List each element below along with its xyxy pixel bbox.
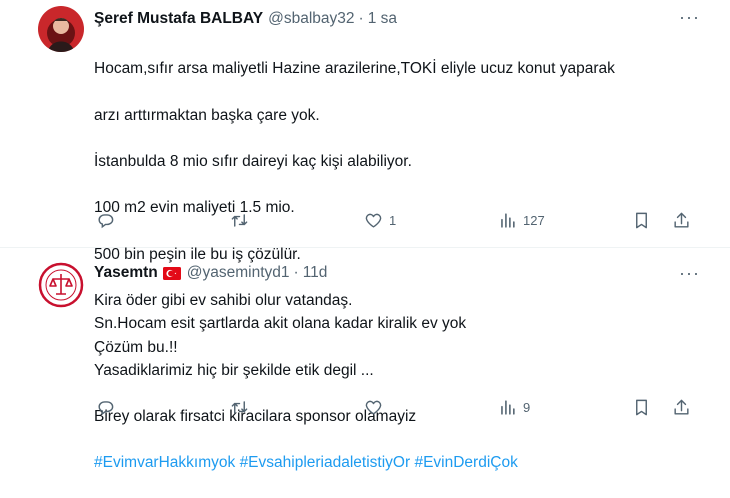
timestamp[interactable]: 1 sa: [368, 10, 397, 28]
retweet-icon: [231, 214, 248, 227]
heart-icon: [365, 213, 382, 228]
action-bar: 9: [94, 398, 694, 420]
hashtag-link[interactable]: #EvinDerdiÇok: [414, 454, 517, 471]
hashtag-link[interactable]: #EvimvarHakkımyok: [94, 454, 235, 471]
tweet-line: arzı arttırmaktan başka çare yok.: [94, 106, 320, 124]
views-button[interactable]: 9: [498, 398, 530, 417]
reply-button[interactable]: [96, 398, 121, 417]
author-handle[interactable]: @yasemintyd1: [187, 264, 290, 282]
author-handle[interactable]: @sbalbay32: [268, 10, 354, 28]
avatar[interactable]: [38, 262, 84, 308]
views-icon: [501, 213, 515, 228]
share-icon: [674, 212, 689, 228]
tweet-line: Yasadiklarimiz hiç bir şekilde etik degi…: [94, 361, 374, 379]
bookmark-icon: [636, 212, 647, 229]
share-icon: [674, 399, 689, 415]
hashtag-line: #EvimvarHakkımyok #Evsahipleriadaletisti…: [94, 451, 518, 474]
views-icon: [501, 400, 515, 415]
separator-dot: ·: [358, 10, 364, 27]
more-options-button[interactable]: ···: [679, 7, 700, 28]
tweet-line: Sn.Hocam esit şartlarda akit olana kadar…: [94, 315, 467, 333]
timestamp[interactable]: 11d: [303, 264, 328, 282]
retweet-button[interactable]: [230, 398, 255, 417]
turkey-flag-icon: [162, 266, 181, 280]
author-name[interactable]: Yasemtn: [94, 264, 158, 282]
retweet-icon: [231, 401, 248, 414]
avatar[interactable]: [38, 6, 84, 52]
tweet-text: Sn.Hocam esit şartlarda akit olana kadar…: [94, 289, 518, 498]
views-button[interactable]: 127: [498, 211, 545, 230]
view-count: 127: [523, 213, 545, 228]
tweet-header: Yasemtn @yasemintyd1 · 11d: [94, 264, 327, 282]
author-name[interactable]: Şeref Mustafa BALBAY: [94, 10, 263, 28]
like-button[interactable]: [364, 398, 389, 417]
bookmark-icon: [636, 399, 647, 416]
tweet-line: İstanbulda 8 mio sıfır daireyi kaç kişi …: [94, 153, 412, 171]
retweet-button[interactable]: [230, 211, 255, 230]
action-bar: 1 127: [94, 211, 694, 233]
like-count: 1: [389, 213, 397, 228]
reply-icon: [98, 214, 114, 229]
heart-icon: [365, 400, 382, 415]
tweet-line: Hocam,sıfır arsa maliyetli Hazine arazil…: [94, 60, 615, 78]
separator-dot: ·: [293, 264, 299, 281]
reply-icon: [98, 401, 114, 416]
like-button[interactable]: 1: [364, 211, 396, 230]
bookmark-button[interactable]: [632, 398, 651, 417]
hashtag-link[interactable]: #EvsahipleriadaletistiyOr: [240, 454, 411, 471]
share-button[interactable]: [672, 398, 691, 417]
tweet-header: Şeref Mustafa BALBAY @sbalbay32 · 1 sa: [94, 10, 397, 28]
reply-button[interactable]: [96, 211, 121, 230]
more-options-button[interactable]: ···: [679, 263, 700, 284]
bookmark-button[interactable]: [632, 211, 651, 230]
view-count: 9: [523, 400, 531, 415]
share-button[interactable]: [672, 211, 691, 230]
